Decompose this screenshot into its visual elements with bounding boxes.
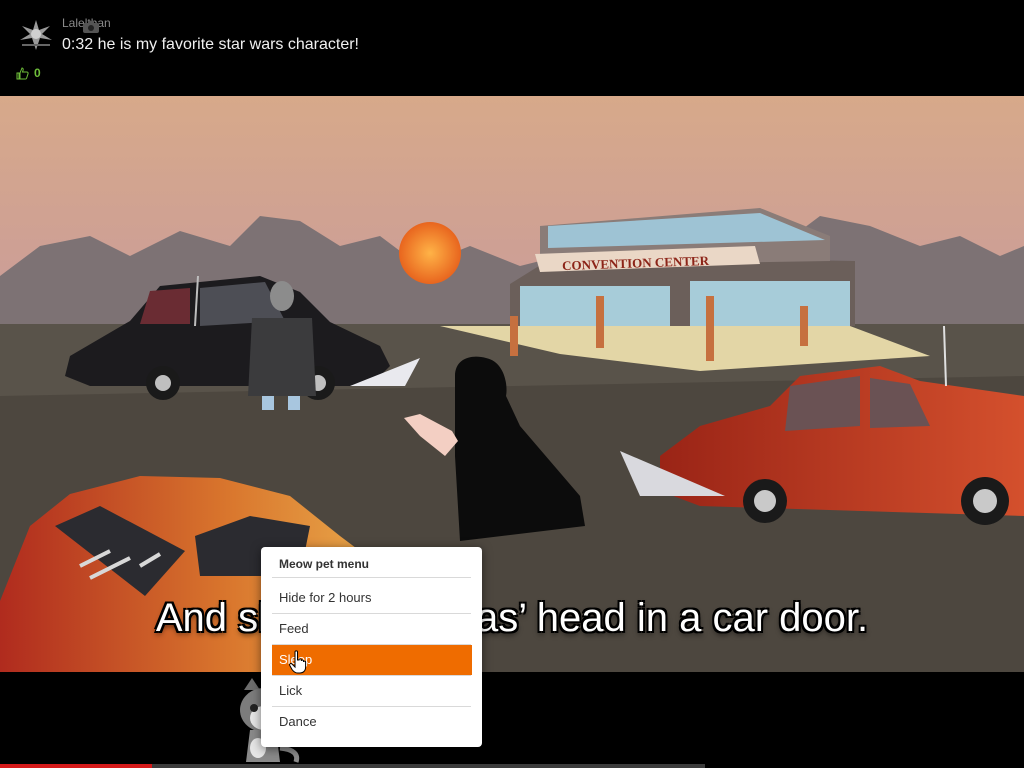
menu-divider bbox=[272, 577, 471, 578]
like-control[interactable]: 0 bbox=[16, 66, 41, 80]
menu-item-dance[interactable]: Dance bbox=[272, 707, 472, 737]
menu-item-lick[interactable]: Lick bbox=[272, 676, 472, 706]
player-controls-bar bbox=[0, 672, 1024, 768]
progress-bar[interactable] bbox=[0, 764, 705, 768]
menu-item-feed[interactable]: Feed bbox=[272, 614, 472, 644]
progress-bar-fill bbox=[0, 764, 152, 768]
video-subtitle: And slammed Lucas’ head in a car door. bbox=[155, 596, 869, 640]
avatar[interactable] bbox=[16, 14, 56, 54]
comment-text: 0:32 he is my favorite star wars charact… bbox=[62, 36, 359, 53]
camera-icon bbox=[83, 21, 99, 33]
menu-title: Meow pet menu bbox=[279, 557, 370, 571]
menu-item-hide[interactable]: Hide for 2 hours bbox=[272, 583, 472, 613]
pet-context-menu: Meow pet menu Hide for 2 hours Feed Slee… bbox=[261, 547, 482, 747]
video-frame[interactable]: CONVENTION CENTER bbox=[0, 96, 1024, 672]
thumbs-up-icon[interactable] bbox=[16, 66, 29, 80]
hand-cursor-icon bbox=[289, 650, 307, 674]
comment-header: Lalelthan 0:32 he is my favorite star wa… bbox=[0, 0, 1024, 96]
video-player[interactable]: CONVENTION CENTER And slammed Lucas’ hea… bbox=[0, 96, 1024, 672]
like-count: 0 bbox=[34, 66, 41, 80]
